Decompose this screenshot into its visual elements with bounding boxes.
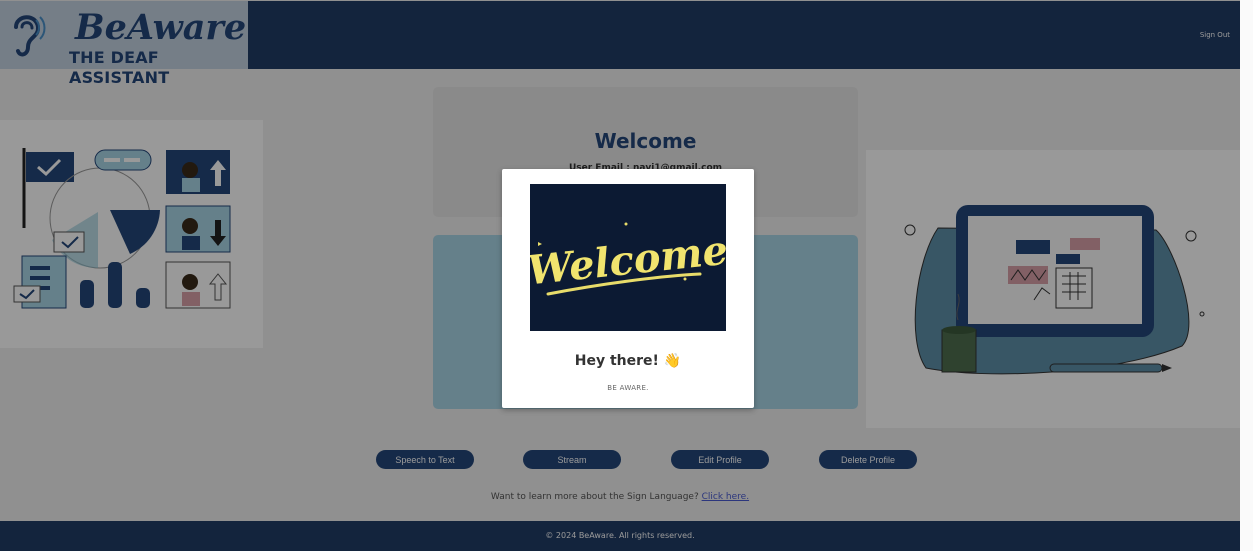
modal-greeting: Hey there! 👋	[574, 353, 682, 369]
page: BeAware THE DEAF ASSISTANT Sign Out Welc…	[0, 0, 1240, 551]
modal-subtitle: BE AWARE.	[607, 384, 649, 392]
welcome-modal: Welcome Hey there! 👋 BE AWARE.	[502, 169, 754, 408]
page-scrollbar[interactable]	[1240, 0, 1253, 551]
welcome-banner-image: Welcome	[530, 184, 726, 331]
